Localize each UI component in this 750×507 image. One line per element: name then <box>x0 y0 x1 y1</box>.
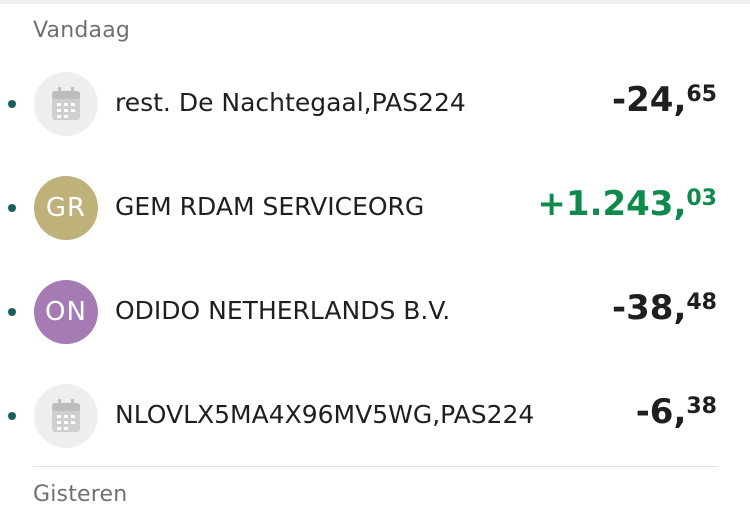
transaction-name: GEM RDAM SERVICEORG <box>115 192 425 221</box>
avatar: ON <box>34 280 98 344</box>
transaction-row[interactable]: ON ODIDO NETHERLANDS B.V. -38,48 <box>0 260 750 364</box>
transaction-amount: -38,48 <box>612 288 717 328</box>
transaction-row[interactable]: NLOVLX5MA4X96MV5WG,PAS224 -6,38 <box>0 364 750 468</box>
transaction-name: NLOVLX5MA4X96MV5WG,PAS224 <box>115 400 535 429</box>
amount-main: -24, <box>612 80 687 120</box>
amount-cents: 48 <box>686 290 717 315</box>
transaction-name: ODIDO NETHERLANDS B.V. <box>115 296 451 325</box>
avatar: GR <box>34 176 98 240</box>
amount-cents: 38 <box>686 394 717 419</box>
unread-dot <box>8 412 16 420</box>
transaction-amount: -6,38 <box>636 392 717 432</box>
top-bar <box>0 0 750 4</box>
amount-main: -6, <box>635 392 687 432</box>
transaction-amount: -24,65 <box>612 80 717 120</box>
unread-dot <box>8 204 16 212</box>
section-header-today: Vandaag <box>33 18 131 43</box>
amount-cents: 65 <box>686 82 717 107</box>
amount-main: +1.243, <box>537 184 687 224</box>
calendar-icon <box>34 384 98 448</box>
amount-main: -38, <box>612 288 687 328</box>
unread-dot <box>8 308 16 316</box>
transaction-row[interactable]: GR GEM RDAM SERVICEORG +1.243,03 <box>0 156 750 260</box>
calendar-icon <box>34 72 98 136</box>
transaction-row[interactable]: rest. De Nachtegaal,PAS224 -24,65 <box>0 52 750 156</box>
transaction-amount: +1.243,03 <box>537 184 717 224</box>
section-header-yesterday: Gisteren <box>33 482 128 507</box>
amount-cents: 03 <box>686 186 717 211</box>
transaction-name: rest. De Nachtegaal,PAS224 <box>115 88 466 117</box>
section-divider <box>33 466 718 467</box>
unread-dot <box>8 100 16 108</box>
